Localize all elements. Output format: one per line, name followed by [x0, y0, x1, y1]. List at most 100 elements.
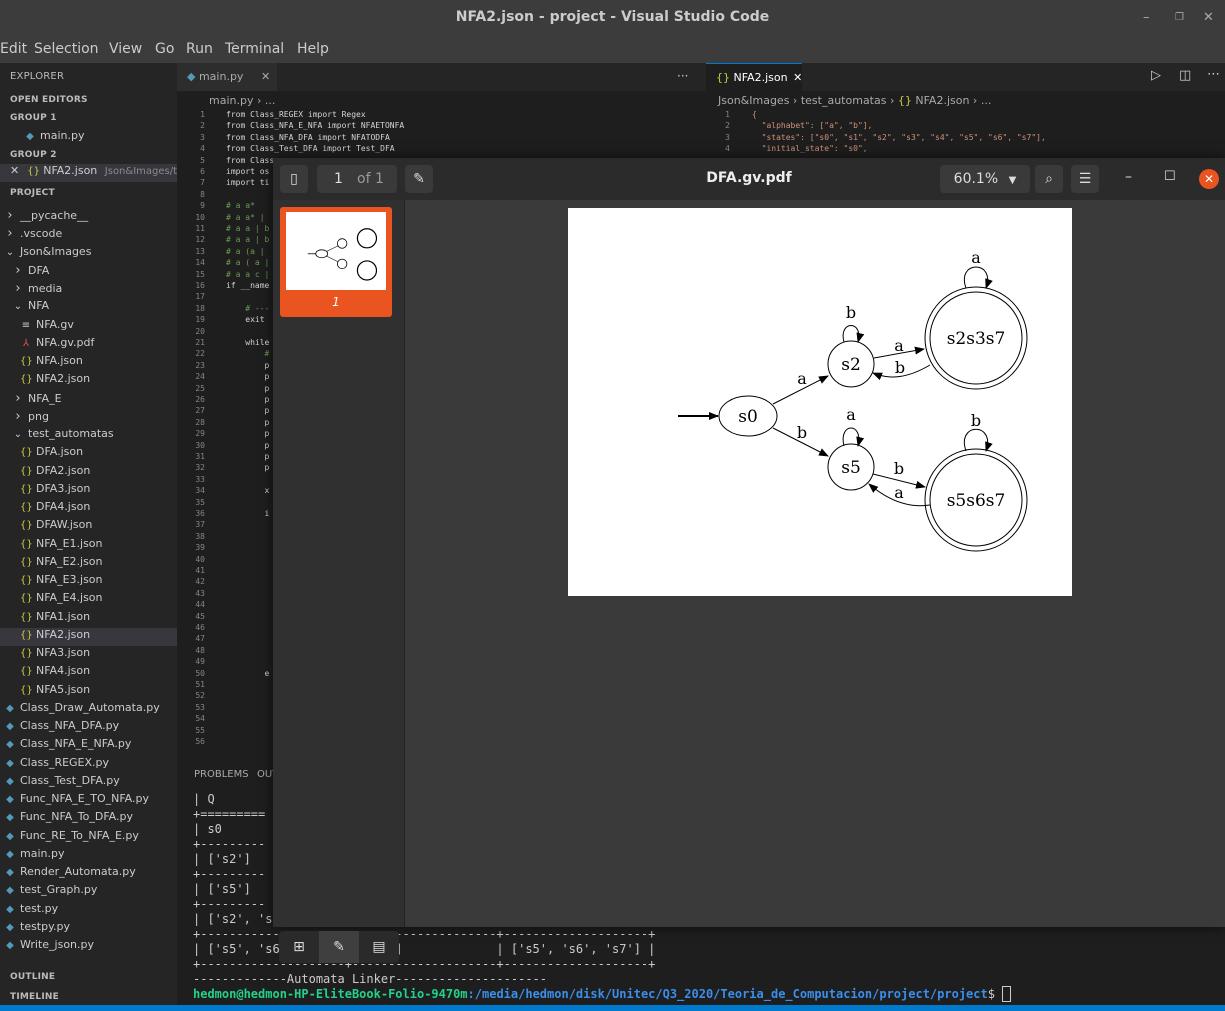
- close-editor-icon[interactable]: ✕: [10, 164, 19, 177]
- tree-item[interactable]: ◆ test.py: [0, 902, 177, 920]
- tree-item[interactable]: {} NFA3.json: [0, 646, 177, 664]
- menu-run[interactable]: Run: [186, 41, 213, 57]
- tree-item[interactable]: ◆ main.py: [0, 847, 177, 865]
- tab-nfa2-json[interactable]: {} NFA2.json ✕: [706, 63, 802, 91]
- tree-item[interactable]: ◆ Class_Draw_Automata.py: [0, 701, 177, 719]
- tree-item[interactable]: {} NFA_E2.json: [0, 555, 177, 573]
- close-tab-icon[interactable]: ✕: [261, 70, 270, 83]
- tree-item-label: NFA.gv.pdf: [36, 335, 95, 349]
- tree-item-label: NFA.json: [36, 354, 83, 367]
- tree-item[interactable]: ◆ testpy.py: [0, 920, 177, 938]
- breadcrumb-item[interactable]: ...: [265, 94, 276, 107]
- annotations-icon[interactable]: ✎: [319, 931, 359, 963]
- outline-header[interactable]: OUTLINE: [10, 972, 55, 982]
- menu-terminal[interactable]: Terminal: [225, 41, 284, 57]
- breadcrumb-item[interactable]: main.py: [209, 94, 253, 107]
- menu-selection[interactable]: Selection: [34, 41, 99, 57]
- code-line: x: [226, 486, 270, 496]
- close-icon[interactable]: ✕: [1203, 10, 1214, 25]
- menu-view[interactable]: View: [109, 41, 142, 57]
- tree-item[interactable]: {} NFA_E3.json: [0, 573, 177, 591]
- open-editor-main[interactable]: ◆ main.py: [0, 129, 177, 147]
- menu-help[interactable]: Help: [297, 41, 329, 57]
- restore-icon[interactable]: ❐: [1175, 12, 1184, 23]
- breadcrumb-item[interactable]: NFA2.json: [915, 94, 969, 107]
- open-editors-header[interactable]: OPEN EDITORS: [10, 95, 88, 105]
- breadcrumb-item[interactable]: test_automatas: [801, 94, 887, 107]
- tree-item[interactable]: {} NFA_E4.json: [0, 591, 177, 609]
- zoom-dropdown[interactable]: 60.1% ▼: [940, 165, 1030, 193]
- split-editor-icon[interactable]: ◫: [1179, 68, 1191, 83]
- more-actions-icon[interactable]: ⋯: [1207, 67, 1220, 82]
- tree-item[interactable]: › DFA: [0, 263, 177, 281]
- terminal-line: | ['s2']: [193, 852, 251, 866]
- run-icon[interactable]: ▷: [1151, 68, 1161, 83]
- open-editor-label: NFA2.json: [43, 164, 98, 177]
- tree-item[interactable]: {} NFA.json: [0, 354, 177, 372]
- tree-item[interactable]: ◆ Func_NFA_E_TO_NFA.py: [0, 792, 177, 810]
- grid-view-icon[interactable]: ⊞: [279, 931, 319, 963]
- tree-item[interactable]: {} DFA3.json: [0, 482, 177, 500]
- transition-label: b: [846, 303, 856, 322]
- minimize-icon[interactable]: –: [1125, 169, 1132, 185]
- tree-item[interactable]: ◆ Render_Automata.py: [0, 865, 177, 883]
- tree-item[interactable]: ⌄ NFA: [0, 299, 177, 317]
- maximize-icon[interactable]: ☐: [1164, 169, 1176, 184]
- tree-item[interactable]: › png: [0, 409, 177, 427]
- breadcrumb-item[interactable]: ...: [981, 94, 992, 107]
- tree-item[interactable]: {} DFA4.json: [0, 500, 177, 518]
- timeline-header[interactable]: TIMELINE: [10, 992, 59, 1002]
- line-number: 3: [725, 132, 730, 142]
- tree-item[interactable]: {} NFA1.json: [0, 610, 177, 628]
- line-number: 20: [195, 326, 205, 336]
- tree-item[interactable]: ◆ Func_NFA_To_DFA.py: [0, 810, 177, 828]
- line-number: 53: [195, 702, 205, 712]
- tree-item[interactable]: › .vscode: [0, 226, 177, 244]
- minimize-icon[interactable]: –: [1143, 10, 1150, 25]
- tree-item[interactable]: {} NFA5.json: [0, 683, 177, 701]
- tree-item[interactable]: {} NFA2.json: [0, 627, 177, 646]
- tree-item[interactable]: {} NFA_E1.json: [0, 537, 177, 555]
- more-actions-icon[interactable]: ···: [677, 69, 688, 83]
- tab-main-py[interactable]: ◆ main.py ✕: [177, 63, 277, 91]
- hamburger-menu-icon[interactable]: ☰: [1071, 165, 1099, 193]
- tree-item[interactable]: {} NFA4.json: [0, 664, 177, 682]
- tree-item[interactable]: ◆ Class_NFA_DFA.py: [0, 719, 177, 737]
- menu-edit[interactable]: Edit: [0, 41, 27, 57]
- tree-item[interactable]: {} NFA2.json: [0, 372, 177, 390]
- tree-item[interactable]: ◆ Write_json.py: [0, 938, 177, 956]
- tree-item-label: NFA_E2.json: [36, 554, 103, 568]
- search-icon[interactable]: ⌕: [1035, 165, 1063, 193]
- tree-item[interactable]: ◆ test_Graph.py: [0, 883, 177, 901]
- page-thumbnail[interactable]: 1: [280, 207, 392, 317]
- tree-item[interactable]: {} DFAW.json: [0, 518, 177, 536]
- tree-item[interactable]: ◆ Func_RE_To_NFA_E.py: [0, 829, 177, 847]
- open-editor-nfa2[interactable]: ✕ {}NFA2.json Json&Images/te...: [0, 164, 177, 182]
- close-tab-icon[interactable]: ✕: [793, 71, 802, 84]
- close-icon[interactable]: ✕: [1199, 169, 1219, 189]
- bookmarks-icon[interactable]: ▤: [359, 931, 399, 963]
- tree-item[interactable]: › NFA_E: [0, 391, 177, 409]
- tree-item[interactable]: ◆ Class_REGEX.py: [0, 756, 177, 774]
- tree-item-label: NFA.gv: [36, 317, 74, 331]
- python-file-icon: ◆: [6, 702, 14, 714]
- terminal-prompt[interactable]: hedmon@hedmon-HP-EliteBook-Folio-9470m:/…: [193, 986, 1012, 1002]
- project-header[interactable]: PROJECT: [10, 188, 55, 198]
- tab-problems[interactable]: PROBLEMS: [194, 769, 249, 780]
- code-editor-json[interactable]: 1 {2 "alphabet": ["a", "b"], 3 "states": […: [706, 108, 1225, 158]
- tree-item[interactable]: › media: [0, 281, 177, 299]
- tree-item[interactable]: › __pycache__: [0, 208, 177, 226]
- tree-item[interactable]: {} DFA.json: [0, 445, 177, 463]
- tree-item[interactable]: ◆ Class_Test_DFA.py: [0, 774, 177, 792]
- tree-item[interactable]: {} DFA2.json: [0, 464, 177, 482]
- tree-item[interactable]: ⅄ NFA.gv.pdf: [0, 336, 177, 354]
- tree-item[interactable]: ⌄ test_automatas: [0, 427, 177, 445]
- tree-item[interactable]: ≡ NFA.gv: [0, 318, 177, 336]
- tree-item[interactable]: ⌄ Json&Images: [0, 245, 177, 263]
- python-file-icon: ◆: [6, 721, 14, 732]
- breadcrumb-item[interactable]: Json&Images: [718, 94, 789, 107]
- menu-go[interactable]: Go: [155, 41, 174, 57]
- tree-item[interactable]: ◆ Class_NFA_E_NFA.py: [0, 737, 177, 755]
- code-line: {: [752, 110, 757, 119]
- terminal-line: | ['s5', 's6', 's7'] | ['s5'] | ['s5', '…: [193, 942, 656, 956]
